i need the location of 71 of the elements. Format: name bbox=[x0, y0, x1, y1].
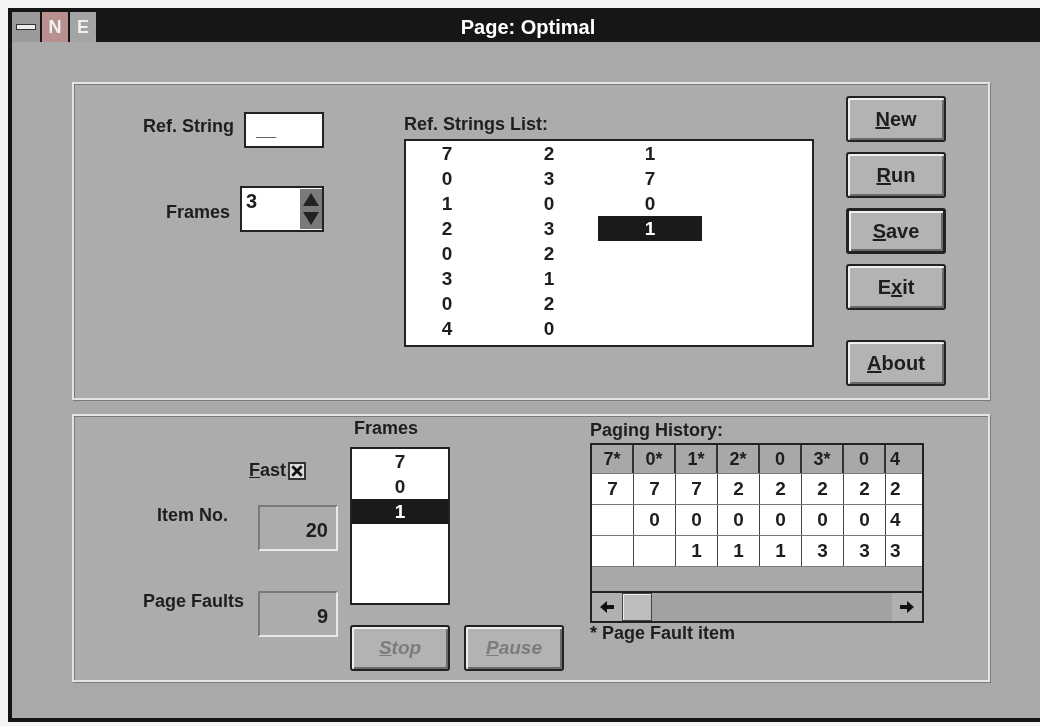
list-item[interactable]: 0 bbox=[536, 191, 562, 216]
frames-list[interactable]: 7 0 1 bbox=[350, 447, 450, 605]
list-item[interactable]: 0 bbox=[598, 191, 702, 216]
field-label: Ref. String bbox=[143, 116, 234, 137]
table-cell: 1 bbox=[718, 536, 760, 566]
field-label: Page Faults bbox=[142, 591, 244, 612]
push-button[interactable]: Run bbox=[846, 152, 946, 198]
list-item[interactable]: 2 bbox=[434, 216, 460, 241]
list-item[interactable]: 4 bbox=[434, 316, 460, 341]
list-item[interactable]: 0 bbox=[352, 474, 448, 499]
table-cell-text: 3 bbox=[889, 539, 902, 563]
table-cell-text: 4 bbox=[889, 508, 902, 532]
table-cell: 0 bbox=[844, 505, 886, 535]
table-cell: 7 bbox=[634, 474, 676, 504]
field-label: Item No. bbox=[157, 505, 228, 526]
table-cell: 2 bbox=[844, 474, 886, 504]
list-item[interactable]: 2 bbox=[536, 141, 562, 166]
field-label: Frames bbox=[165, 202, 230, 223]
control-menu-button[interactable] bbox=[12, 12, 40, 42]
list-item[interactable]: 0 bbox=[434, 291, 460, 316]
ref-string-field[interactable]: __ bbox=[244, 112, 324, 148]
item-number-field: 20 bbox=[258, 505, 338, 551]
table-cell-text: 2 bbox=[889, 477, 902, 501]
table-cell: 7 bbox=[592, 474, 634, 504]
list-item[interactable]: 1 bbox=[598, 141, 702, 166]
grid-label: Paging History: bbox=[590, 420, 724, 441]
list-item[interactable]: 3 bbox=[536, 166, 562, 191]
list-item[interactable]: 1 bbox=[352, 499, 448, 524]
list-item[interactable]: 2 bbox=[536, 291, 562, 316]
fast-checkbox[interactable] bbox=[288, 461, 306, 480]
list-item[interactable]: 1 bbox=[434, 191, 460, 216]
list-item[interactable]: 2 bbox=[536, 241, 562, 266]
list-item[interactable]: 0 bbox=[434, 241, 460, 266]
table-cell: 2 bbox=[802, 474, 844, 504]
table-cell: 2 bbox=[760, 474, 802, 504]
list-item[interactable]: 7 bbox=[434, 141, 460, 166]
list-item[interactable]: 0 bbox=[434, 166, 460, 191]
table-cell: 0 bbox=[634, 505, 676, 535]
list-item[interactable]: 7 bbox=[352, 449, 448, 474]
push-button[interactable]: New bbox=[846, 96, 946, 142]
list-item[interactable]: 1 bbox=[598, 216, 702, 241]
list-item[interactable]: 7 bbox=[598, 166, 702, 191]
ref-strings-list[interactable]: 7 0 1 2 0 3 0 4 2 3 0 3 2 1 2 0 1 7 0 1 bbox=[404, 139, 814, 347]
push-button[interactable]: Exit bbox=[846, 264, 946, 310]
window-title: Page: Optimal bbox=[459, 15, 597, 39]
list-item[interactable]: 1 bbox=[536, 266, 562, 291]
table-cell: 0 bbox=[676, 505, 718, 535]
footnote: * Page Fault item bbox=[590, 623, 737, 644]
table-cell: 2 bbox=[718, 474, 760, 504]
frames-spinner[interactable]: 3 bbox=[240, 186, 324, 232]
horizontal-scrollbar[interactable] bbox=[592, 591, 922, 621]
table-cell: 1 bbox=[760, 536, 802, 566]
list-item[interactable]: 3 bbox=[536, 216, 562, 241]
push-button[interactable]: About bbox=[846, 340, 946, 386]
scroll-thumb[interactable] bbox=[622, 593, 652, 621]
list-item[interactable]: 0 bbox=[536, 316, 562, 341]
list-label: Ref. Strings List: bbox=[404, 114, 549, 135]
page-faults-field: 9 bbox=[258, 591, 338, 637]
table-cell: 3 bbox=[802, 536, 844, 566]
list-label: Frames bbox=[354, 417, 420, 439]
checkbox-label: Fast bbox=[249, 460, 286, 481]
column-header: 4 bbox=[889, 448, 901, 471]
table-cell: 0 bbox=[802, 505, 844, 535]
table-cell: 0 bbox=[760, 505, 802, 535]
table-cell: 3 bbox=[844, 536, 886, 566]
table-cell: 0 bbox=[718, 505, 760, 535]
table-cell: 1 bbox=[676, 536, 718, 566]
spin-arrows-icon[interactable] bbox=[300, 188, 322, 230]
table-cell: 7 bbox=[676, 474, 718, 504]
list-item[interactable]: 3 bbox=[434, 266, 460, 291]
push-button[interactable]: Save bbox=[846, 208, 946, 254]
